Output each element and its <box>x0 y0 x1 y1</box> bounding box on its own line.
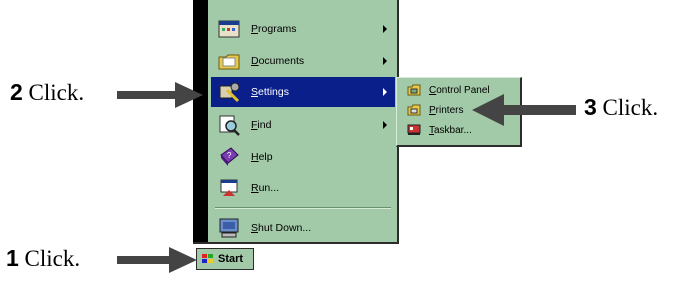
menu-item-help[interactable]: ? Help <box>211 142 395 172</box>
menu-item-settings[interactable]: Settings <box>211 77 395 107</box>
submenu-item-label: Taskbar... <box>429 124 472 136</box>
help-book-icon: ? <box>217 145 241 169</box>
menu-item-label: Programs <box>251 23 297 35</box>
start-menu: Programs Documents Settings Find ? Help … <box>193 0 399 244</box>
callout-step-3: 3 Click. <box>584 94 658 121</box>
menu-item-label: Documents <box>251 55 305 67</box>
submenu-arrow-icon <box>383 88 387 96</box>
start-button-label: Start <box>218 253 244 265</box>
callout-text: Click. <box>18 246 81 271</box>
menu-separator <box>215 207 391 209</box>
menu-item-label: Run... <box>251 182 280 194</box>
printers-icon <box>407 104 421 116</box>
start-button[interactable]: Start <box>196 248 254 270</box>
start-menu-side-strip <box>193 0 208 242</box>
arrow-to-settings-icon <box>117 82 203 108</box>
menu-item-label: Shut Down... <box>251 222 312 234</box>
menu-item-shut-down[interactable]: Shut Down... <box>211 213 395 243</box>
callout-text: Click. <box>22 80 85 105</box>
menu-item-label: Help <box>251 151 273 163</box>
find-icon <box>217 113 241 137</box>
taskbar-icon <box>407 124 421 136</box>
submenu-arrow-icon <box>383 57 387 65</box>
callout-step-2: 2 Click. <box>10 79 84 106</box>
callout-text: Click. <box>596 95 659 120</box>
callout-step-1: 1 Click. <box>6 245 80 272</box>
menu-item-label: Settings <box>251 86 289 98</box>
shut-down-computer-icon <box>217 216 241 240</box>
windows-logo-icon <box>201 253 215 265</box>
submenu-item-label: Printers <box>429 104 464 116</box>
svg-text:?: ? <box>227 151 232 160</box>
callout-step-number: 2 <box>10 79 23 105</box>
control-panel-icon <box>407 84 421 96</box>
programs-icon <box>217 17 241 41</box>
callout-step-number: 3 <box>584 94 597 120</box>
menu-item-run[interactable]: Run... <box>211 173 395 203</box>
arrow-to-start-icon <box>117 247 197 273</box>
arrow-to-printers-icon <box>472 94 576 126</box>
settings-icon <box>217 80 241 104</box>
menu-item-label: Find <box>251 119 272 131</box>
callout-step-number: 1 <box>6 245 19 271</box>
menu-item-documents[interactable]: Documents <box>211 46 395 76</box>
menu-item-find[interactable]: Find <box>211 110 395 140</box>
submenu-arrow-icon <box>383 25 387 33</box>
submenu-arrow-icon <box>383 121 387 129</box>
menu-item-programs[interactable]: Programs <box>211 14 395 44</box>
documents-folder-icon <box>217 49 241 73</box>
run-icon <box>217 176 241 200</box>
